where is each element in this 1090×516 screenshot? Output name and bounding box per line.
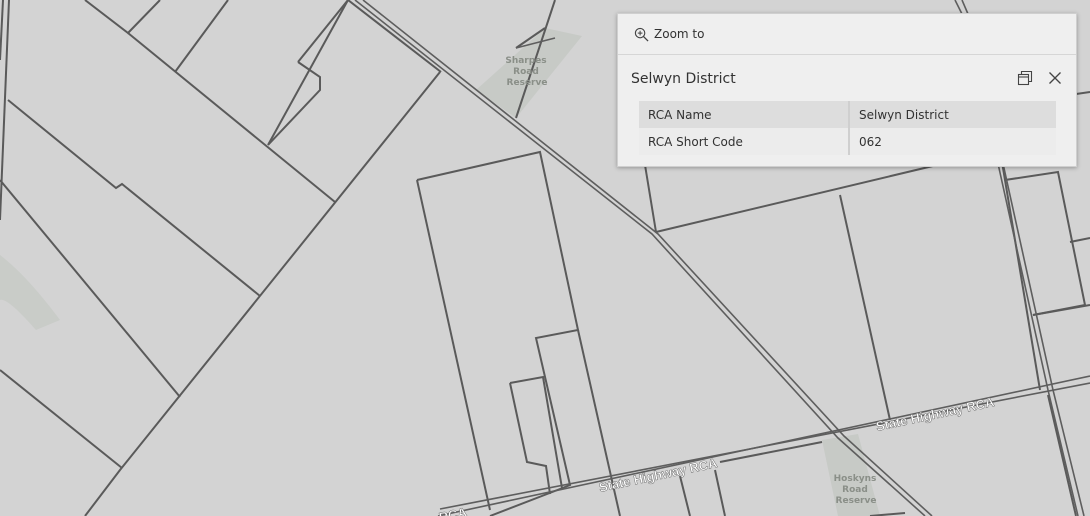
attribute-key: RCA Short Code [639, 128, 850, 155]
sharpes-label-1: Sharpes [505, 56, 546, 66]
zoom-to-button[interactable]: Zoom to [634, 27, 704, 42]
close-icon [1049, 72, 1061, 84]
dock-icon [1017, 70, 1033, 86]
popup-title: Selwyn District [631, 71, 736, 87]
attribute-key: RCA Name [639, 101, 850, 128]
attribute-table: RCA Name Selwyn District RCA Short Code … [639, 101, 1056, 155]
feature-popup: Zoom to Selwyn District RCA Name Selwyn … [617, 13, 1077, 167]
table-row: RCA Name Selwyn District [639, 101, 1056, 128]
zoom-in-icon [634, 27, 649, 42]
close-button[interactable] [1046, 69, 1064, 87]
dock-button[interactable] [1016, 69, 1034, 87]
table-row: RCA Short Code 062 [639, 128, 1056, 155]
popup-action-bar: Zoom to [618, 14, 1076, 55]
hoskyns-label-1: Hoskyns [834, 474, 877, 484]
hoskyns-label-3: Reserve [836, 496, 877, 506]
sharpes-label-2: Road [513, 67, 539, 77]
attribute-value: Selwyn District [849, 101, 1056, 128]
sharpes-label-3: Reserve [507, 78, 548, 88]
hoskyns-label-2: Road [842, 485, 868, 495]
zoom-to-label: Zoom to [654, 27, 705, 41]
attribute-value: 062 [849, 128, 1056, 155]
popup-header: Selwyn District [618, 55, 1076, 101]
